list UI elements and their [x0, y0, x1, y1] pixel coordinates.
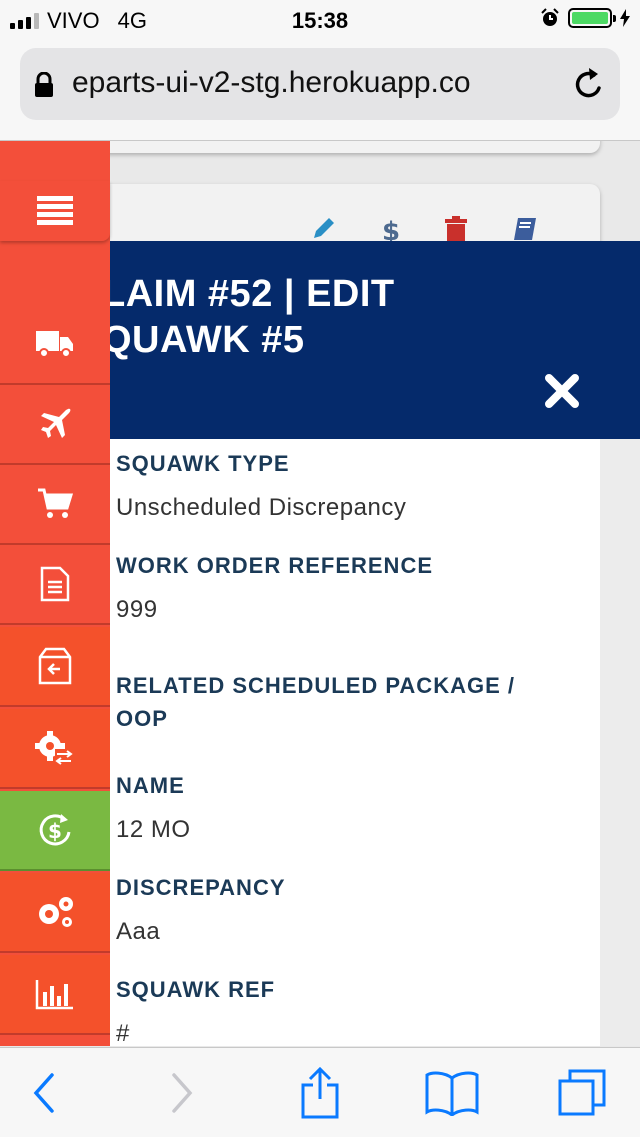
share-icon [301, 1067, 339, 1119]
back-button[interactable] [14, 1068, 74, 1118]
document-icon [40, 566, 70, 602]
trash-icon[interactable] [444, 216, 468, 244]
field-value-work-order: 999 [116, 596, 158, 623]
bar-chart-icon [35, 980, 73, 1010]
background-card [60, 141, 600, 153]
book-icon[interactable] [512, 216, 538, 244]
gears-icon [39, 897, 73, 927]
sidebar: $ [0, 141, 110, 1046]
browser-toolbar [0, 1047, 640, 1137]
sidebar-item-shipping[interactable] [0, 305, 110, 385]
reload-icon[interactable] [572, 66, 606, 102]
modal-title: LAIM #52 | EDIT QUAWK #5 [110, 271, 395, 363]
modal-gutter [600, 439, 640, 1046]
truck-icon [36, 331, 73, 358]
sidebar-item-settings[interactable] [0, 873, 110, 953]
modal-body: SQUAWK TYPE Unscheduled Discrepancy WORK… [110, 439, 600, 1046]
background-toolbar: $ [310, 216, 538, 244]
field-value-squawk-ref: # [116, 1020, 130, 1046]
alarm-icon [541, 8, 559, 26]
field-label-related-package-line1: RELATED SCHEDULED PACKAGE / [116, 673, 515, 698]
field-label-related-package-line2: OOP [116, 706, 168, 731]
sidebar-item-exchange[interactable] [0, 709, 110, 789]
dollar-refresh-icon: $ [39, 814, 71, 846]
sidebar-item-documents[interactable] [0, 545, 110, 625]
menu-button[interactable] [0, 181, 110, 241]
lock-icon [35, 72, 53, 97]
sidebar-item-claims[interactable]: $ [0, 791, 110, 871]
return-box-icon [38, 647, 72, 685]
svg-text:$: $ [48, 819, 62, 843]
field-value-name: 12 MO [116, 816, 191, 843]
url-text[interactable]: eparts-ui-v2-stg.herokuapp.co [72, 66, 566, 100]
pencil-icon[interactable] [310, 216, 336, 242]
address-bar[interactable]: eparts-ui-v2-stg.herokuapp.co [20, 48, 620, 120]
bookmarks-icon [425, 1071, 479, 1116]
tabs-icon [558, 1069, 606, 1116]
gear-swap-icon [35, 731, 74, 765]
close-icon[interactable] [544, 373, 580, 409]
modal-header: LAIM #52 | EDIT QUAWK #5 [110, 241, 640, 439]
share-button[interactable] [290, 1067, 350, 1119]
svg-text:$: $ [382, 217, 400, 244]
field-label-discrepancy: DISCREPANCY [116, 875, 286, 900]
back-icon [33, 1073, 54, 1113]
bookmarks-button[interactable] [422, 1068, 482, 1118]
browser-chrome: eparts-ui-v2-stg.herokuapp.co [0, 40, 640, 141]
sidebar-item-aircraft[interactable] [0, 385, 110, 465]
field-label-name: NAME [116, 773, 185, 798]
field-value-discrepancy: Aaa [116, 918, 161, 945]
edit-squawk-modal: LAIM #52 | EDIT QUAWK #5 SQUAWK TYPE Uns… [110, 241, 640, 1046]
menu-icon [37, 196, 73, 225]
sidebar-item-returns[interactable] [0, 627, 110, 707]
plane-icon [41, 408, 71, 438]
field-label-work-order: WORK ORDER REFERENCE [116, 553, 434, 578]
modal-title-line2: QUAWK #5 [110, 319, 305, 361]
cart-icon [38, 488, 73, 518]
forward-icon [172, 1073, 193, 1113]
status-bar: VIVO 4G 15:38 [0, 0, 640, 40]
field-label-related-package: RELATED SCHEDULED PACKAGE / OOP [116, 669, 515, 735]
dollar-icon[interactable]: $ [380, 216, 400, 244]
forward-button[interactable] [152, 1068, 212, 1118]
tabs-button[interactable] [552, 1068, 612, 1118]
field-label-squawk-type: SQUAWK TYPE [116, 451, 290, 476]
field-value-squawk-type: Unscheduled Discrepancy [116, 494, 407, 521]
sidebar-item-reports[interactable] [0, 955, 110, 1035]
modal-title-line1: LAIM #52 | EDIT [110, 273, 395, 315]
field-label-squawk-ref: SQUAWK REF [116, 977, 276, 1002]
charging-icon [620, 9, 630, 27]
sidebar-item-cart[interactable] [0, 465, 110, 545]
web-page: $ $ LAIM #52 | EDIT QUAWK #5 SQUAWK TYPE… [0, 141, 640, 1046]
battery-icon [568, 8, 616, 28]
